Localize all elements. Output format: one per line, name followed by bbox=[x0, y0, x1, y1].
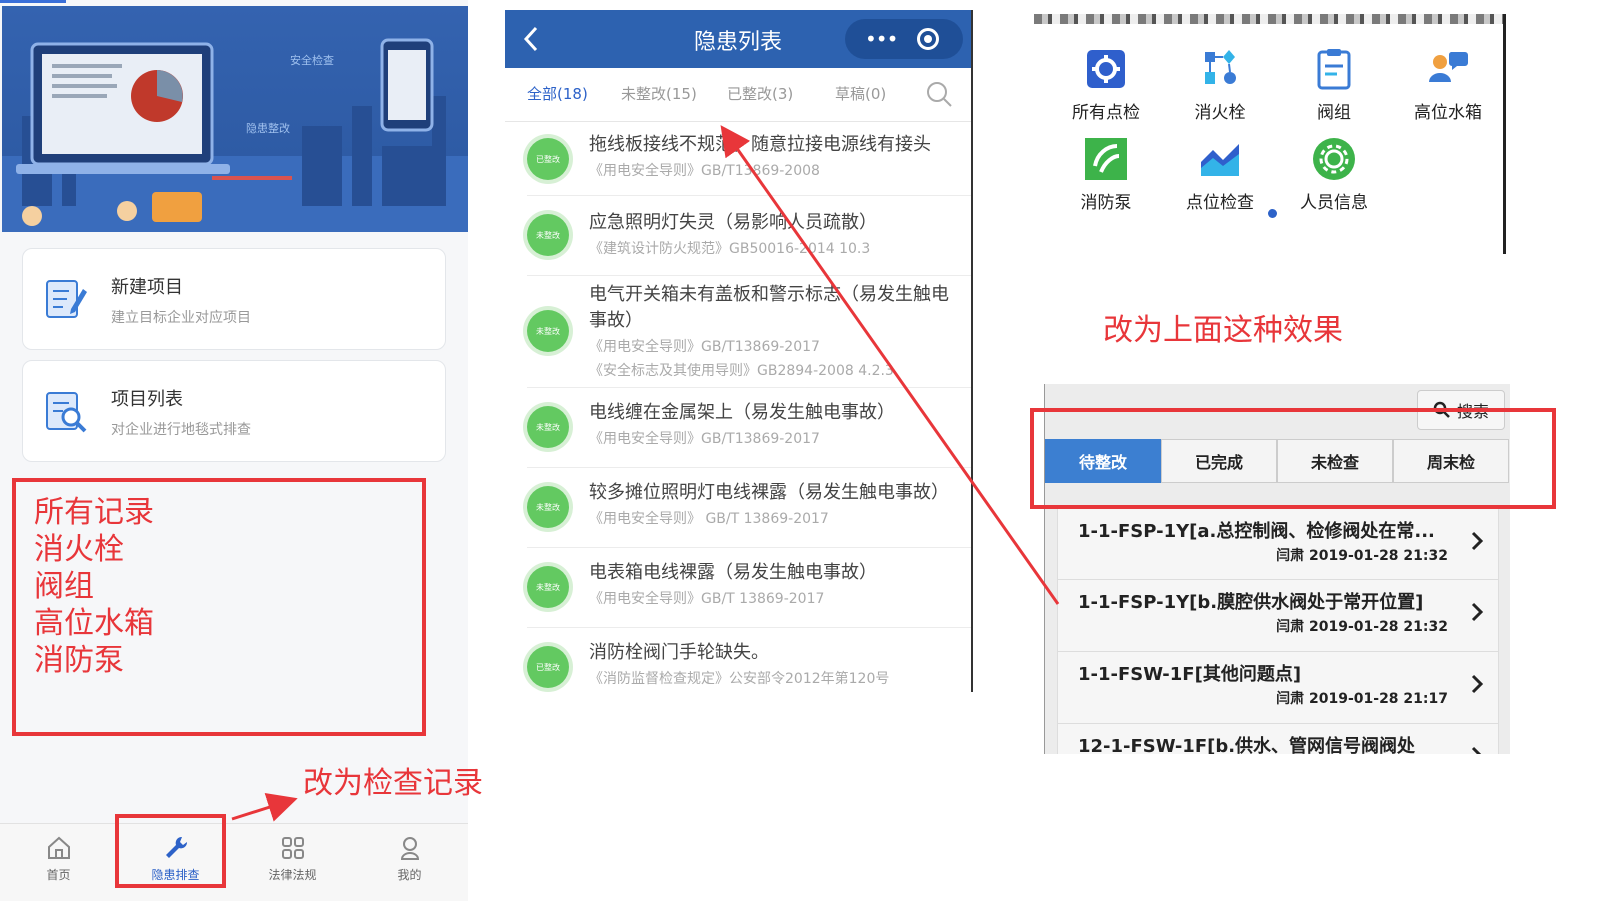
arrow-to-tab bbox=[231, 792, 298, 822]
annotation-arrows bbox=[231, 125, 1060, 822]
arrow-to-tabs bbox=[720, 125, 1060, 605]
